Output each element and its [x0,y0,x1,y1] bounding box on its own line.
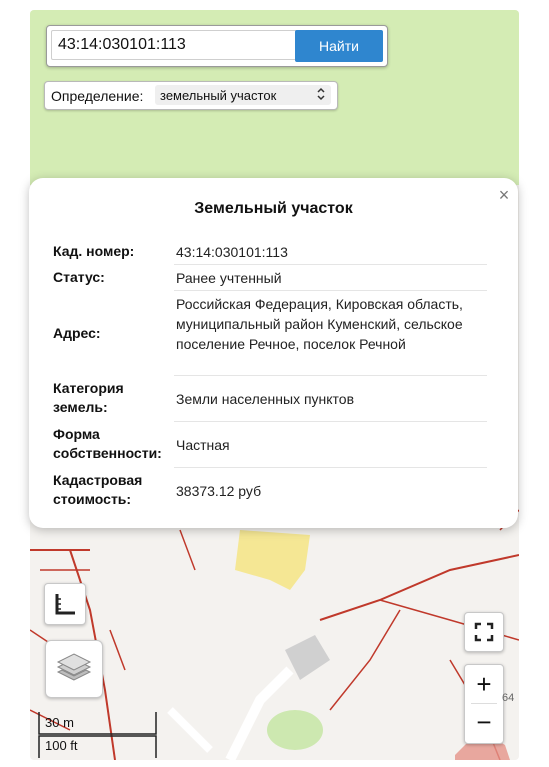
layers-icon [56,653,92,681]
fullscreen-button[interactable] [464,612,504,652]
scale-imperial: 100 ft [45,738,78,753]
definition-label: Определение: [51,88,144,104]
zoom-out-button[interactable]: − [465,704,503,742]
field-key: Статус: [53,269,105,285]
definition-selector: Определение: земельный участок [44,81,338,110]
field-value: Российская Федерация, Кировская область,… [176,296,463,352]
zoom-in-button[interactable]: + [465,665,503,703]
field-row: Статус: Ранее учтенный [49,268,487,288]
map-label: 64 [502,692,515,704]
field-value: Земли населенных пунктов [176,391,355,407]
up-down-chevron-icon [317,87,325,101]
green-patch [267,710,323,750]
field-key-line: собственности: [53,445,162,461]
field-value: 43:14:030101:113 [176,244,288,260]
field-value: Ранее учтенный [176,270,282,286]
field-key-line: Категория [53,380,124,396]
popup-title: Земельный участок [194,200,353,217]
search-input[interactable] [51,30,301,60]
selected-parcel [235,530,310,590]
field-key: Адрес: [53,325,101,341]
ruler-button[interactable] [44,583,86,625]
field-row: Категория земель: Земли населенных пункт… [49,379,487,419]
layers-button[interactable] [45,640,103,698]
field-value: 38373.12 руб [176,483,262,499]
zoom-controls: + − [464,664,504,744]
field-row: Адрес: Российская Федерация, Кировская о… [49,294,487,374]
field-row: Кадастровая стоимость: 38373.12 руб [49,471,487,511]
search-button[interactable]: Найти [295,30,383,62]
field-row: Форма собственности: Частная [49,425,487,465]
scale-metric: 30 m [45,715,74,730]
definition-value: земельный участок [160,88,277,103]
field-value: Частная [176,437,230,453]
field-key-line: стоимость: [53,491,132,507]
fullscreen-icon [474,622,494,642]
row-divider [174,290,487,291]
definition-select[interactable]: земельный участок [155,85,331,105]
field-key: Кад. номер: [53,243,135,259]
row-divider [174,467,487,468]
field-key-line: Форма [53,426,100,442]
row-divider [174,421,487,422]
ruler-icon [55,594,75,615]
field-row: Кад. номер: 43:14:030101:113 [49,242,487,262]
row-divider [174,264,487,265]
parcel-info-popup: × Земельный участок Кад. номер: 43:14:03… [29,178,518,528]
map-scale: 30 m 100 ft [38,712,158,758]
row-divider [174,375,487,376]
field-key-line: Кадастровая [53,472,143,488]
search-bar: Найти [46,25,388,67]
field-key-line: земель: [53,399,108,415]
